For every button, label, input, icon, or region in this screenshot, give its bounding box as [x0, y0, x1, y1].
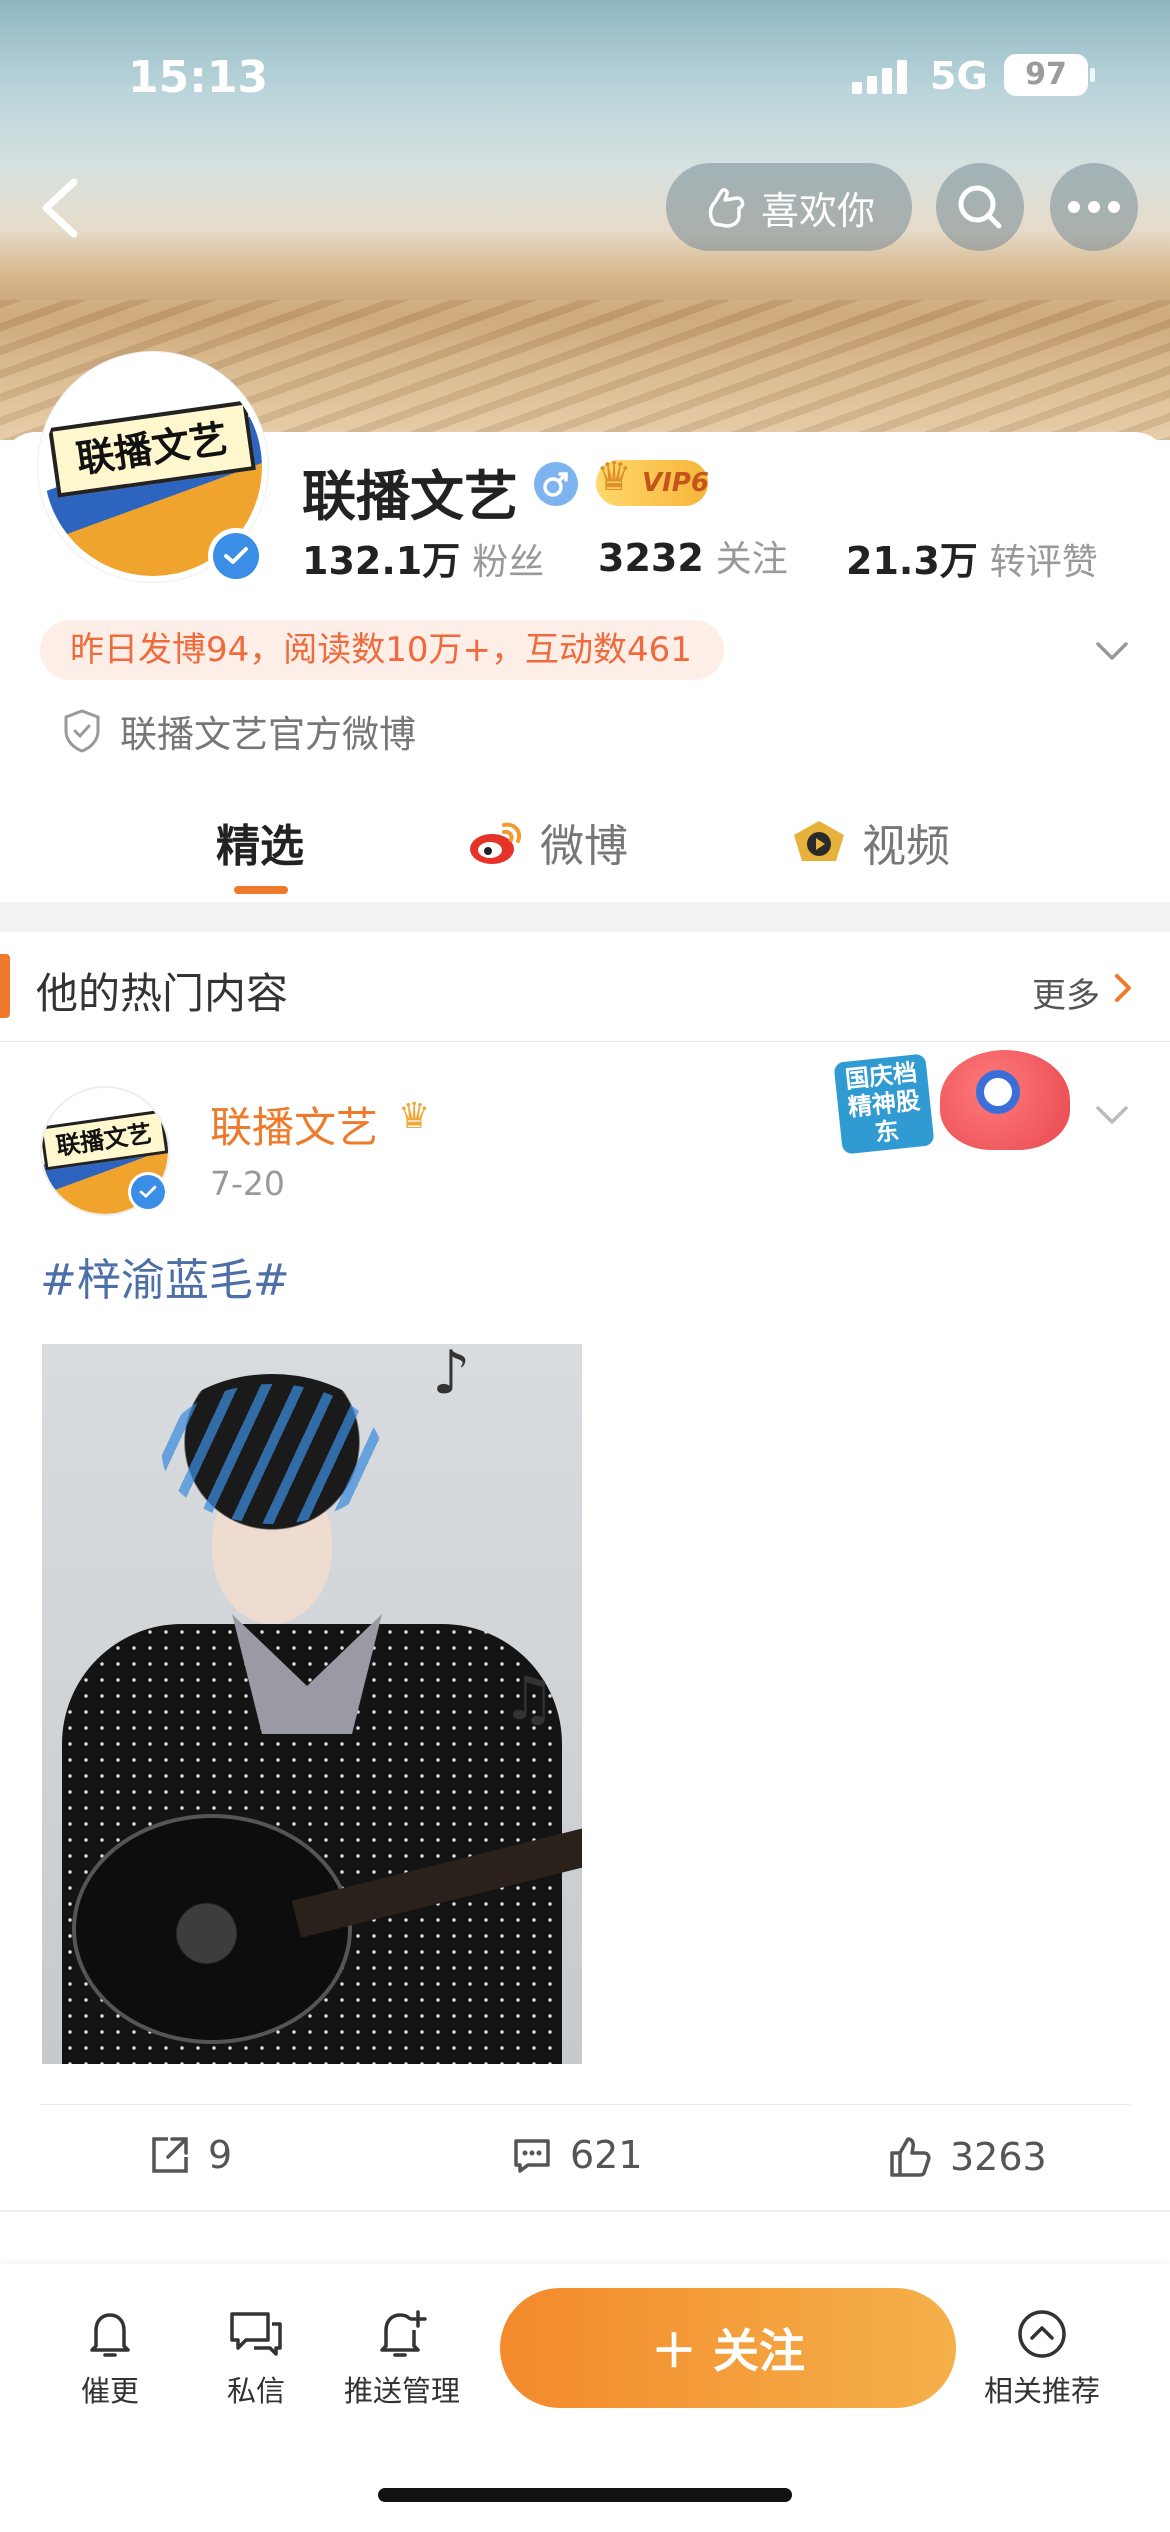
male-icon: [534, 462, 578, 506]
weibo-icon: [470, 822, 521, 864]
tab-featured-label: 精选: [216, 821, 304, 872]
post-avatar-logo-text: 联播文艺: [42, 1109, 168, 1171]
following-count: 3232: [598, 536, 704, 580]
repost-count: 9: [208, 2133, 233, 2177]
hand-heart-icon: [708, 188, 745, 228]
official-account-line: 联播文艺官方微博: [60, 704, 416, 758]
like-count: 3263: [950, 2135, 1047, 2179]
thumbs-up-icon: [890, 2137, 931, 2177]
follow-button[interactable]: ＋ 关注: [500, 2288, 956, 2408]
verified-badge: [208, 528, 264, 584]
home-indicator: [378, 2488, 792, 2502]
bell-icon: [90, 2313, 130, 2357]
push-settings-label: 推送管理: [343, 2374, 460, 2408]
remind-button[interactable]: 催更: [30, 2304, 190, 2410]
tab-weibo-label: 微博: [540, 821, 628, 872]
chevron-right-icon[interactable]: [1112, 968, 1134, 1008]
battery-level: 97: [1004, 54, 1088, 96]
message-label: 私信: [226, 2374, 285, 2408]
message-button[interactable]: 私信: [176, 2304, 336, 2410]
comment-icon: [514, 2139, 550, 2173]
more-link[interactable]: 更多: [1032, 968, 1100, 1017]
official-label: 联播文艺官方微博: [120, 713, 416, 756]
comment-button[interactable]: 621: [510, 2133, 643, 2177]
post-date: 7-20: [210, 1164, 285, 1203]
profile-tabs: 精选 微博 视频: [0, 800, 1170, 900]
search-button[interactable]: [936, 163, 1024, 251]
check-icon: [224, 547, 248, 564]
crown-icon: ♛: [596, 454, 632, 500]
following-label: 关注: [715, 539, 788, 580]
related-recommend-label: 相关推荐: [983, 2374, 1100, 2408]
engagement-count: 21.3万: [846, 539, 978, 583]
post-actions: 9 621 3263: [40, 2104, 1130, 2210]
bell-plus-icon: [380, 2310, 427, 2357]
followers-label: 粉丝: [472, 542, 545, 583]
like-you-label: 喜欢你: [760, 188, 875, 233]
comment-count: 621: [570, 2133, 643, 2177]
hot-content-header: 他的热门内容 更多: [0, 932, 1170, 1042]
more-button[interactable]: [1050, 163, 1138, 251]
status-bar: 15:13 5G 97: [0, 44, 1170, 114]
sticker-eye: [976, 1070, 1020, 1114]
engagement-label: 转评赞: [989, 542, 1098, 583]
tab-video-label: 视频: [862, 821, 950, 872]
shield-icon: [64, 709, 100, 753]
post-hashtag[interactable]: #梓渝蓝毛#: [40, 1244, 290, 1308]
tab-video[interactable]: 视频: [790, 810, 950, 874]
video-icon: [794, 821, 844, 861]
engagement-stat[interactable]: 21.3万 转评赞: [846, 530, 1098, 585]
following-stat[interactable]: 3232 关注: [598, 530, 788, 582]
back-button[interactable]: [28, 168, 88, 248]
like-you-button[interactable]: 喜欢你: [666, 163, 912, 251]
section-accent-bar: [0, 954, 10, 1018]
post-image[interactable]: ♪ ♫: [42, 1344, 582, 2064]
section-divider: [0, 902, 1170, 932]
plus-icon: ＋: [651, 2324, 697, 2378]
followers-stat[interactable]: 132.1万 粉丝: [302, 530, 544, 585]
more-dots-icon: [1068, 201, 1120, 213]
post-author-name[interactable]: 联播文艺: [210, 1094, 378, 1155]
activity-summary[interactable]: 昨日发博94，阅读数10万+，互动数461: [40, 620, 724, 680]
repost-button[interactable]: 9: [148, 2133, 232, 2177]
music-note-icon: ♫: [502, 1664, 556, 1734]
like-button[interactable]: 3263: [886, 2133, 1047, 2181]
post-menu-chevron-icon[interactable]: [1092, 1100, 1132, 1128]
check-icon: [139, 1185, 157, 1199]
battery-icon: [1090, 68, 1095, 82]
share-icon: [152, 2137, 188, 2173]
status-time: 15:13: [128, 52, 269, 103]
sticker-badge: 国庆档精神股东: [833, 1053, 935, 1155]
chevron-down-icon[interactable]: [1092, 636, 1132, 664]
blue-hair-streaks: [162, 1384, 382, 1524]
vip-crown-icon: ♛: [398, 1096, 431, 1137]
avatar-logo-text: 联播文艺: [48, 400, 256, 498]
post-separator: [0, 2210, 1170, 2212]
chevron-up-circle-icon: [1018, 2310, 1066, 2358]
tab-weibo[interactable]: 微博: [466, 810, 628, 874]
post-verified-badge: [128, 1172, 168, 1212]
followers-count: 132.1万: [302, 539, 461, 583]
signal-icon: [852, 60, 907, 94]
remind-label: 催更: [80, 2374, 139, 2408]
network-type: 5G: [930, 54, 988, 98]
active-tab-indicator: [234, 886, 288, 894]
chevron-left-icon: [42, 178, 78, 238]
follow-label: 关注: [713, 2324, 805, 2378]
music-note-icon: ♪: [432, 1344, 471, 1408]
tab-featured[interactable]: 精选: [216, 810, 304, 874]
search-icon: [958, 185, 1002, 229]
push-settings-button[interactable]: 推送管理: [322, 2304, 482, 2410]
profile-name: 联播文艺: [302, 465, 518, 528]
section-title: 他的热门内容: [36, 969, 289, 1018]
chat-icon: [230, 2312, 282, 2356]
related-recommend-button[interactable]: 相关推荐: [962, 2304, 1122, 2410]
